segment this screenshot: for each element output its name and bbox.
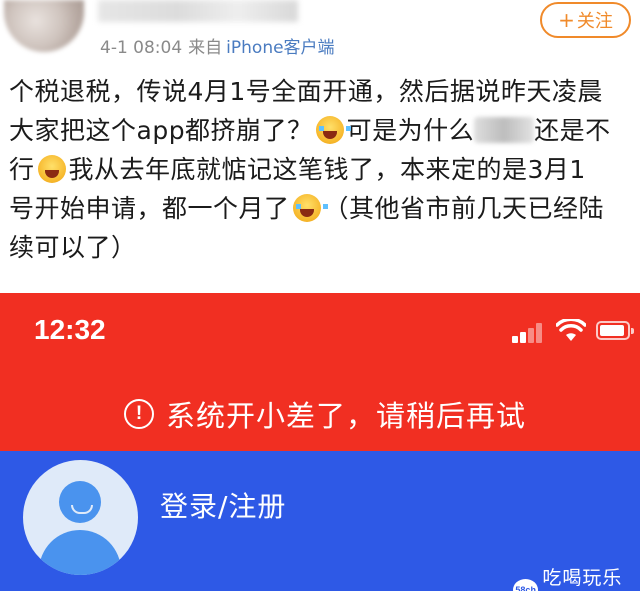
status-bar-time: 12:32	[34, 314, 106, 345]
crying-laughing-emoji-icon	[315, 116, 351, 144]
post-text-line: 行	[9, 155, 35, 184]
plus-icon: +	[558, 8, 575, 32]
post-text-line: 个税退税，传说4月1号全面开通，然后据说昨天凌晨	[9, 77, 603, 106]
weibo-post: 4-1 08:04 来自 iPhone客户端 + 关注 个税退税，传说4月1号全面开通…	[0, 0, 640, 293]
post-source-prefix: 来自	[188, 38, 223, 58]
follow-button[interactable]: + 关注	[540, 2, 631, 38]
post-text-line: 号开始申请，都一个月了	[9, 194, 290, 223]
poster-avatar[interactable]	[4, 0, 84, 52]
error-message: 系统开小差了，请稍后再试	[165, 399, 526, 433]
post-meta: 4-1 08:04 来自 iPhone客户端	[100, 33, 335, 58]
login-register-link[interactable]: 登录/注册	[160, 485, 286, 525]
post-device-link[interactable]: iPhone客户端	[226, 38, 334, 58]
post-text-line: 续可以了）	[9, 233, 137, 262]
user-avatar-icon[interactable]	[23, 460, 138, 575]
site-watermark: 58ch 吃喝玩乐网	[513, 563, 640, 591]
post-time: 4-1 08:04	[100, 38, 183, 58]
post-text-line: （其他省市前几天已经陆	[323, 194, 605, 223]
poster-username[interactable]	[98, 0, 298, 22]
post-text-line: 我从去年底就惦记这笔钱了，本来定的是3月1	[68, 155, 586, 184]
battery-icon	[596, 321, 634, 340]
signal-icon	[512, 321, 546, 343]
post-body: 个税退税，传说4月1号全面开通，然后据说昨天凌晨 大家把这个app都挤崩了？ 可是…	[9, 72, 634, 267]
crying-emoji-icon	[292, 194, 328, 222]
post-text-line: 还是不	[534, 116, 611, 145]
error-message-row: ! 系统开小差了，请稍后再试	[0, 393, 640, 435]
watermark-text: 吃喝玩乐网	[542, 567, 623, 589]
app-error-header: 12:32 ! 系统开小差了，请稍后再试	[0, 293, 640, 451]
watermark-logo-icon: 58ch	[513, 579, 539, 591]
warning-circle-icon: !	[123, 399, 154, 429]
follow-label: 关注	[576, 11, 613, 32]
redacted-word	[474, 117, 535, 143]
post-text-line: 大家把这个app都挤崩了？	[9, 116, 313, 145]
screaming-emoji-icon	[37, 155, 66, 183]
status-bar-icons	[512, 319, 634, 343]
post-text-line: 可是为什么	[346, 116, 475, 145]
wifi-icon	[556, 319, 586, 341]
